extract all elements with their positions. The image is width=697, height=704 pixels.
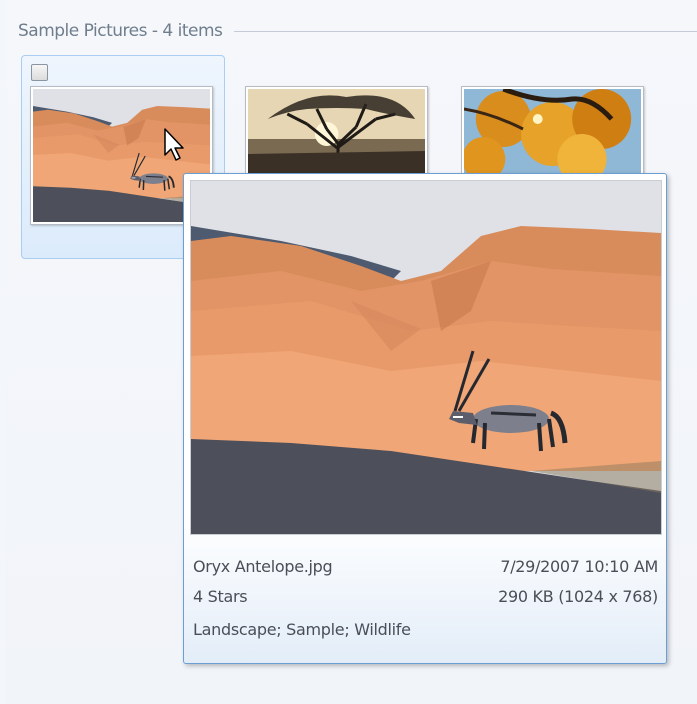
checkbox-icon[interactable] <box>31 64 48 81</box>
thumbnail-tree[interactable] <box>245 86 428 176</box>
tooltip-preview-image <box>190 180 662 535</box>
arrow-cursor-icon <box>164 128 184 161</box>
tooltip-size: 290 KB (1024 x 768) <box>498 587 658 606</box>
group-header[interactable]: Sample Pictures - 4 items <box>18 19 697 43</box>
group-title: Sample Pictures - 4 items <box>18 21 223 41</box>
tooltip-tags: Landscape; Sample; Wildlife <box>193 620 411 639</box>
group-divider <box>234 30 697 32</box>
file-info-tooltip: Oryx Antelope.jpg 7/29/2007 10:10 AM 4 S… <box>183 173 667 664</box>
tooltip-rating: 4 Stars <box>193 587 248 606</box>
tooltip-filename: Oryx Antelope.jpg <box>193 557 333 576</box>
thumbnail-autumn-leaves[interactable] <box>461 86 644 176</box>
tooltip-date: 7/29/2007 10:10 AM <box>500 557 658 576</box>
